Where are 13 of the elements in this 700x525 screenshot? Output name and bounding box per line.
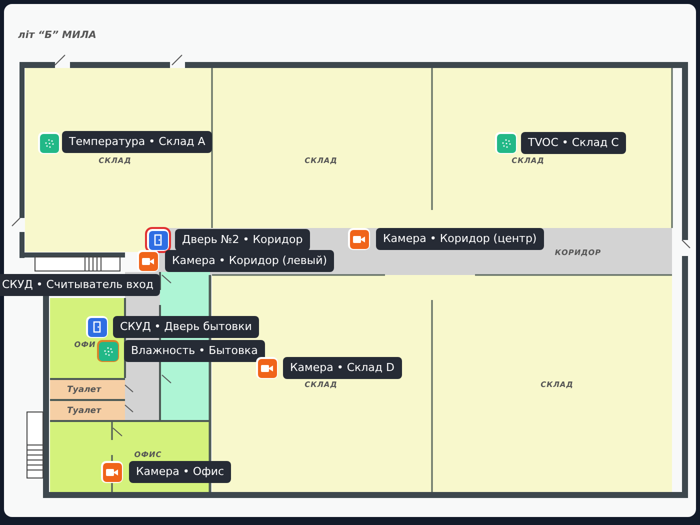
room-label: Туалет xyxy=(67,385,101,395)
device-label: Дверь №2 • Коридор xyxy=(175,229,310,251)
device-label: TVOC • Склад C xyxy=(521,132,626,154)
device-label: СКУД • Дверь бытовки xyxy=(113,316,259,338)
device-label: Температура • Склад A xyxy=(62,131,212,153)
device-label: Камера • Коридор (левый) xyxy=(165,250,334,272)
plan-title: літ “Б” МИЛА xyxy=(18,30,96,41)
device-label: Влажность • Бытовка xyxy=(124,340,265,362)
device-label: СКУД • Считыватель вход xyxy=(0,274,160,296)
device-label: Камера • Коридор (центр) xyxy=(376,228,544,250)
device-label: Камера • Офис xyxy=(129,461,232,483)
device-label: Камера • Склад D xyxy=(283,357,402,379)
room-label: Туалет xyxy=(67,406,101,416)
